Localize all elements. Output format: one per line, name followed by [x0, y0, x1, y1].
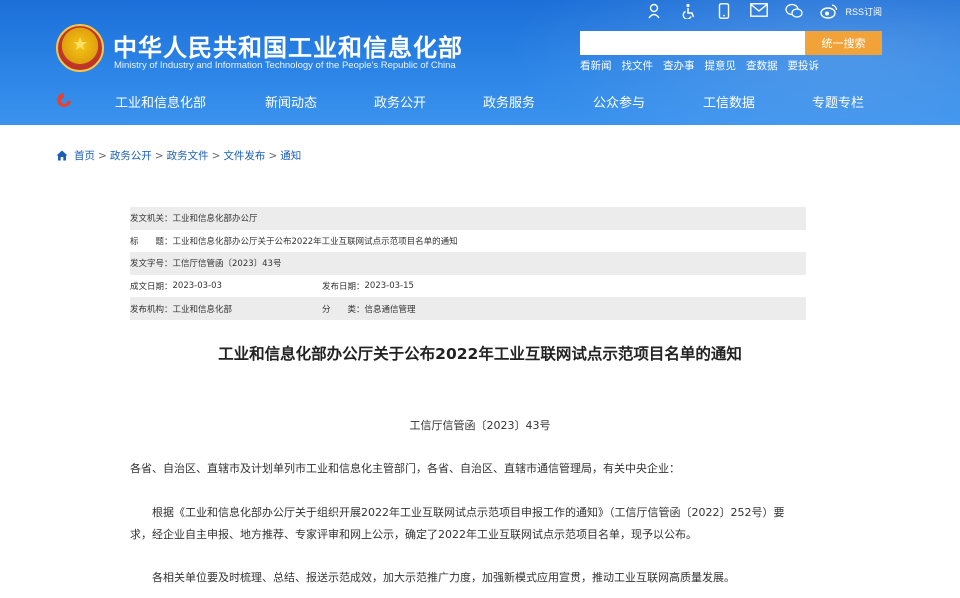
nav-item-data[interactable]: 工信数据 — [703, 92, 755, 111]
accessibility-icon[interactable] — [680, 3, 698, 20]
nav-item-gov-affairs[interactable]: 政务公开 — [374, 92, 426, 111]
meta-issuer-value: 工业和信息化部办公厅 — [172, 214, 258, 225]
breadcrumb-separator: > — [154, 149, 164, 162]
breadcrumb-notice[interactable]: 通知 — [280, 148, 301, 163]
nav-item-news[interactable]: 新闻动态 — [265, 92, 317, 111]
meta-row-org: 发布机构： 工业和信息化部 分 类： 信息通信管理 — [130, 297, 806, 320]
meta-category-label: 分 类： — [322, 304, 365, 315]
quick-link-services[interactable]: 查办事 — [663, 58, 695, 73]
meta-written-value: 2023-03-03 — [172, 281, 222, 292]
breadcrumb-separator: > — [98, 149, 107, 162]
breadcrumb-separator: > — [211, 149, 221, 162]
breadcrumb-file-release[interactable]: 文件发布 — [223, 148, 265, 163]
breadcrumb: 首页 > 政务公开 > 政务文件 > 文件发布 > 通知 — [56, 148, 301, 163]
meta-row-issuer: 发文机关： 工业和信息化部办公厅 — [130, 207, 806, 230]
document-number: 工信厅信管函〔2023〕43号 — [409, 419, 551, 432]
quick-link-files[interactable]: 找文件 — [622, 58, 654, 73]
document-salutation: 各省、自治区、直辖市及计划单列市工业和信息化主管部门，各省、自治区、直辖市通信管… — [130, 462, 680, 475]
quick-link-news[interactable]: 看新闻 — [580, 58, 612, 73]
home-icon — [56, 150, 68, 161]
mail-icon[interactable] — [750, 3, 769, 19]
star-icon: ★ — [72, 34, 89, 55]
nav-item-ministry[interactable]: 工业和信息化部 — [115, 92, 206, 111]
document-paragraph-2: 各相关单位要及时梳理、总结、报送示范成效，加大示范推广力度，加强新模式应用宣贯，… — [130, 571, 735, 584]
quick-link-data[interactable]: 查数据 — [746, 58, 778, 73]
document-title: 工业和信息化部办公厅关于公布2022年工业互联网试点示范项目名单的通知 — [218, 345, 742, 363]
meta-subject-label: 标 题： — [130, 236, 173, 247]
rss-link[interactable]: RSS订阅 — [845, 5, 882, 18]
meta-org-value: 工业和信息化部 — [172, 304, 233, 315]
meta-category-cell: 分 类： 信息通信管理 — [322, 303, 416, 315]
meta-published-cell: 发布日期： 2023-03-15 — [322, 280, 414, 292]
search-bar: 统一搜索 — [580, 31, 882, 55]
breadcrumb-home[interactable]: 首页 — [74, 148, 95, 163]
meta-org-cell: 发布机构： 工业和信息化部 — [130, 303, 322, 315]
site-header: ★ 中华人民共和国工业和信息化部 Ministry of Industry an… — [0, 0, 960, 125]
main-nav: 工业和信息化部 新闻动态 政务公开 政务服务 公众参与 工信数据 专题专栏 — [0, 84, 960, 116]
national-emblem-logo[interactable]: ★ — [56, 24, 104, 72]
document-metadata-table: 发文机关： 工业和信息化部办公厅 标 题： 工业和信息化部办公厅关于公布2022… — [130, 207, 806, 320]
meta-published-value: 2023-03-15 — [364, 281, 414, 292]
meta-docno-value: 工信厅信管函〔2023〕43号 — [172, 259, 282, 270]
mobile-client-icon[interactable] — [645, 3, 663, 19]
nav-item-gov-services[interactable]: 政务服务 — [483, 92, 535, 111]
meta-issuer-label: 发文机关： — [130, 214, 173, 225]
quick-link-complaint[interactable]: 要投诉 — [788, 58, 820, 73]
meta-row-docno: 发文字号： 工信厅信管函〔2023〕43号 — [130, 252, 806, 275]
quick-link-feedback[interactable]: 提意见 — [705, 58, 737, 73]
nav-item-topics[interactable]: 专题专栏 — [812, 92, 864, 111]
meta-category-value: 信息通信管理 — [364, 304, 416, 315]
breadcrumb-gov-affairs[interactable]: 政务公开 — [110, 148, 152, 163]
meta-published-label: 发布日期： — [322, 282, 365, 293]
site-title-cn[interactable]: 中华人民共和国工业和信息化部 — [113, 28, 463, 63]
meta-row-subject: 标 题： 工业和信息化部办公厅关于公布2022年工业互联网试点示范项目名单的通知 — [130, 230, 806, 253]
meta-row-dates: 成文日期： 2023-03-03 发布日期： 2023-03-15 — [130, 275, 806, 298]
weibo-icon[interactable] — [820, 3, 838, 19]
search-input[interactable] — [580, 31, 805, 55]
top-utility-icons: RSS订阅 — [645, 3, 882, 20]
nav-item-public-participation[interactable]: 公众参与 — [593, 92, 645, 111]
home-icon[interactable] — [55, 92, 73, 108]
document-paragraph-1: 根据《工业和信息化部办公厅关于组织开展2022年工业互联网试点示范项目申报工作的… — [130, 506, 785, 541]
meta-subject-value: 工业和信息化部办公厅关于公布2022年工业互联网试点示范项目名单的通知 — [172, 236, 458, 247]
quick-links: 看新闻 找文件 查办事 提意见 查数据 要投诉 — [580, 58, 819, 73]
breadcrumb-separator: > — [268, 149, 278, 162]
meta-docno-label: 发文字号： — [130, 259, 173, 270]
search-button[interactable]: 统一搜索 — [805, 31, 882, 55]
site-title-en: Ministry of Industry and Information Tec… — [114, 60, 456, 71]
meta-org-label: 发布机构： — [130, 304, 173, 315]
breadcrumb-gov-files[interactable]: 政务文件 — [167, 148, 209, 163]
wechat-icon[interactable] — [785, 3, 804, 19]
meta-written-cell: 成文日期： 2023-03-03 — [130, 280, 322, 292]
meta-written-label: 成文日期： — [130, 282, 173, 293]
mobile-phone-icon[interactable] — [715, 3, 733, 19]
